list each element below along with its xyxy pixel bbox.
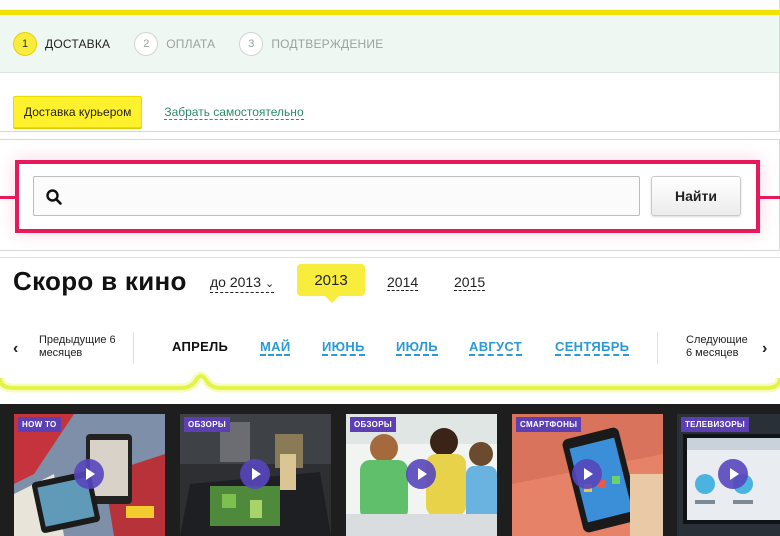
previous-months-link[interactable]: Предыдущие 6 месяцев [39, 334, 119, 360]
month-june[interactable]: ИЮНЬ [322, 340, 365, 356]
search-widget: Найти [0, 139, 780, 251]
self-pickup-link[interactable]: Забрать самостоятельно [164, 105, 304, 120]
find-button[interactable]: Найти [651, 176, 741, 216]
year-dropdown-label: до 2013 [210, 274, 261, 290]
active-month-indicator [0, 371, 780, 393]
next-months-link[interactable]: Следующие 6 месяцев [686, 334, 756, 360]
step-payment[interactable]: 2 ОПЛАТА [134, 31, 216, 56]
video-card[interactable]: ТЕЛЕВИЗОРЫ [677, 414, 780, 536]
video-tag: СМАРТФОНЫ [516, 417, 582, 432]
movies-soon-widget: Скоро в кино до 2013 ⌄ 2013 2014 2015 ‹ П… [0, 257, 780, 399]
year-dropdown[interactable]: до 2013 ⌄ [210, 274, 275, 293]
video-tag: ОБЗОРЫ [184, 417, 230, 432]
month-july[interactable]: ИЮЛЬ [396, 340, 438, 356]
chevron-right-icon[interactable]: › [762, 340, 767, 358]
divider [657, 332, 658, 364]
courier-delivery-button[interactable]: Доставка курьером [13, 96, 143, 128]
step-confirmation[interactable]: 3 ПОДТВЕРЖДЕНИЕ [239, 31, 384, 56]
year-selected[interactable]: 2013 [297, 264, 365, 303]
play-icon[interactable] [74, 459, 104, 489]
divider [133, 332, 134, 364]
video-carousel: HOW TO ОБЗОРЫ ОБЗОРЫ СМАРТФОНЫ ТЕЛЕВИЗОР… [0, 404, 780, 536]
video-card[interactable]: СМАРТФОНЫ [512, 414, 663, 536]
play-icon[interactable] [240, 459, 270, 489]
step-label: ОПЛАТА [166, 36, 216, 51]
checkout-widget: 1 ДОСТАВКА 2 ОПЛАТА 3 ПОДТВЕРЖДЕНИЕ Дост… [0, 0, 780, 132]
year-2015[interactable]: 2015 [454, 274, 486, 291]
step-label: ПОДТВЕРЖДЕНИЕ [271, 36, 384, 51]
video-card[interactable]: HOW TO [14, 414, 165, 536]
step-number: 2 [134, 31, 159, 56]
step-number: 3 [239, 31, 264, 56]
video-tag: HOW TO [18, 417, 61, 432]
month-september[interactable]: СЕНТЯБРЬ [555, 340, 630, 356]
month-april[interactable]: АПРЕЛЬ [172, 340, 228, 354]
chevron-left-icon[interactable]: ‹ [13, 340, 18, 358]
chevron-down-icon: ⌄ [265, 278, 275, 290]
video-tag: ТЕЛЕВИЗОРЫ [681, 417, 749, 432]
step-delivery[interactable]: 1 ДОСТАВКА [13, 31, 111, 56]
play-icon[interactable] [718, 459, 748, 489]
frame-connector-left [0, 196, 15, 199]
video-card[interactable]: ОБЗОРЫ [346, 414, 497, 536]
video-tag: ОБЗОРЫ [350, 417, 396, 432]
delivery-options: Доставка курьером Забрать самостоятельно [13, 96, 304, 128]
month-august[interactable]: АВГУСТ [469, 340, 523, 356]
search-input[interactable] [33, 176, 640, 216]
search-frame: Найти [15, 160, 760, 233]
section-title: Скоро в кино [13, 266, 187, 296]
step-label: ДОСТАВКА [45, 36, 111, 51]
step-number: 1 [13, 31, 37, 56]
checkout-steps: 1 ДОСТАВКА 2 ОПЛАТА 3 ПОДТВЕРЖДЕНИЕ [0, 15, 779, 73]
month-may[interactable]: МАЙ [260, 340, 291, 356]
frame-connector-right [759, 196, 780, 199]
month-navigator: ‹ Предыдущие 6 месяцев АПРЕЛЬ МАЙ ИЮНЬ И… [0, 332, 780, 366]
play-icon[interactable] [406, 459, 436, 489]
play-icon[interactable] [572, 459, 602, 489]
video-card[interactable]: ОБЗОРЫ [180, 414, 331, 536]
year-2014[interactable]: 2014 [387, 274, 419, 291]
